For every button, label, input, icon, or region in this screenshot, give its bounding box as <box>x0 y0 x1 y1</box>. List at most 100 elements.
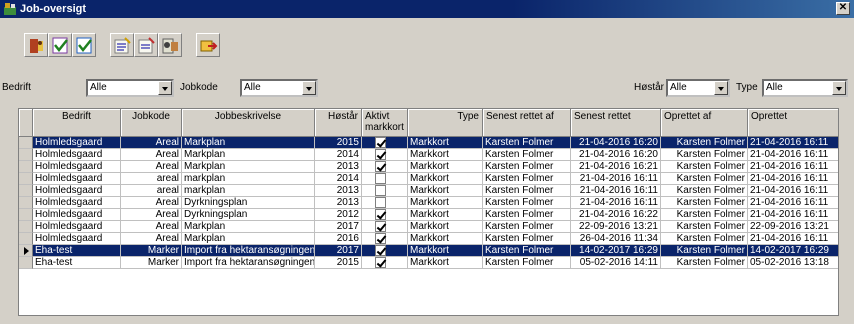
cell-jobkode: Areal <box>121 221 182 233</box>
column-header-senest-rettet-af[interactable]: Senest rettet af <box>483 109 571 137</box>
exit-button[interactable] <box>196 33 220 57</box>
cell-aktivt-markkort[interactable] <box>362 221 408 233</box>
cell-oprettet: 21-04-2016 16:11 <box>748 185 838 197</box>
table-row[interactable]: Holmledsgaard Areal Dyrkningsplan 2012 Markk… <box>19 209 838 221</box>
aktivt-markkort-checkbox[interactable] <box>375 185 386 196</box>
import-icon <box>162 38 178 54</box>
cell-oprettet-af: Karsten Folmer <box>661 149 748 161</box>
cell-hoestaar: 2016 <box>315 233 362 245</box>
table-row[interactable]: Holmledsgaard Areal Markplan 2013 Markkort Ka… <box>19 161 838 173</box>
import-button[interactable] <box>158 33 182 57</box>
table-row[interactable]: Eha-test Marker Import fra hektaransøgning… <box>19 257 838 269</box>
cell-senest-rettet-af: Karsten Folmer <box>483 161 571 173</box>
hoestaar-label: Høstår <box>634 82 664 93</box>
hoestaar-select[interactable]: Alle <box>666 79 730 97</box>
row-indicator[interactable] <box>19 185 33 197</box>
column-header-jobbeskrivelse[interactable]: Jobbeskrivelse <box>182 109 315 137</box>
cell-hoestaar: 2015 <box>315 257 362 269</box>
edit-new-button[interactable] <box>134 33 158 57</box>
table-row[interactable]: Holmledsgaard Areal Markplan 2017 Markkort Ka… <box>19 221 838 233</box>
column-header-bedrift[interactable]: Bedrift <box>33 109 121 137</box>
cell-aktivt-markkort[interactable] <box>362 149 408 161</box>
edit-list-button[interactable] <box>110 33 134 57</box>
table-row[interactable]: Holmledsgaard areal markplan 2014 Markkort Ka… <box>19 173 838 185</box>
cell-jobkode: Marker <box>121 257 182 269</box>
row-indicator[interactable] <box>19 137 33 149</box>
aktivt-markkort-checkbox[interactable] <box>375 149 386 160</box>
cell-hoestaar: 2017 <box>315 221 362 233</box>
column-header-type[interactable]: Type <box>408 109 483 137</box>
row-indicator[interactable] <box>19 257 33 269</box>
row-indicator[interactable] <box>19 209 33 221</box>
table-row[interactable]: Holmledsgaard areal markplan 2013 Markkort Ka… <box>19 185 838 197</box>
cell-oprettet-af: Karsten Folmer <box>661 221 748 233</box>
job-grid[interactable]: Bedrift Jobkode Jobbeskrivelse Høstår Aktivt… <box>18 108 839 316</box>
cell-bedrift: Holmledsgaard <box>33 161 121 173</box>
cell-aktivt-markkort[interactable] <box>362 185 408 197</box>
column-header-senest-rettet[interactable]: Senest rettet <box>571 109 661 137</box>
current-row-pointer-icon <box>24 247 29 255</box>
column-header-oprettet-af[interactable]: Oprettet af <box>661 109 748 137</box>
chevron-down-icon[interactable] <box>832 81 846 95</box>
cell-senest-rettet-af: Karsten Folmer <box>483 209 571 221</box>
cell-aktivt-markkort[interactable] <box>362 233 408 245</box>
close-button[interactable]: ✕ <box>836 2 850 15</box>
cell-jobkode: Areal <box>121 161 182 173</box>
table-row[interactable]: Holmledsgaard Areal Dyrkningsplan 2013 Markk… <box>19 197 838 209</box>
aktivt-markkort-checkbox[interactable] <box>375 161 386 172</box>
aktivt-markkort-checkbox[interactable] <box>375 197 386 208</box>
title-bar[interactable]: Job-oversigt ✕ <box>0 0 854 18</box>
cell-aktivt-markkort[interactable] <box>362 245 408 257</box>
row-indicator[interactable] <box>19 245 33 257</box>
cell-aktivt-markkort[interactable] <box>362 161 408 173</box>
cell-type: Markkort <box>408 197 483 209</box>
row-indicator[interactable] <box>19 149 33 161</box>
cell-aktivt-markkort[interactable] <box>362 197 408 209</box>
cell-jobbeskrivelse: Dyrkningsplan <box>182 209 315 221</box>
aktivt-markkort-checkbox[interactable] <box>375 233 386 244</box>
check-button[interactable] <box>48 33 72 57</box>
cell-bedrift: Eha-test <box>33 257 121 269</box>
cell-senest-rettet: 05-02-2016 14:11 <box>571 257 661 269</box>
table-row[interactable]: Eha-test Marker Import fra hektaransøgning… <box>19 245 838 257</box>
table-row[interactable]: Holmledsgaard Areal Markplan 2016 Markkort Ka… <box>19 233 838 245</box>
column-header-oprettet[interactable]: Oprettet <box>748 109 838 137</box>
aktivt-markkort-checkbox[interactable] <box>375 221 386 232</box>
chevron-down-icon[interactable] <box>302 81 316 95</box>
aktivt-markkort-checkbox[interactable] <box>375 209 386 220</box>
aktivt-markkort-checkbox[interactable] <box>375 245 386 256</box>
cell-senest-rettet: 26-04-2016 11:34 <box>571 233 661 245</box>
aktivt-markkort-checkbox[interactable] <box>375 137 386 148</box>
cell-hoestaar: 2012 <box>315 209 362 221</box>
run-job-button[interactable] <box>24 33 48 57</box>
column-header-hoestaar[interactable]: Høstår <box>315 109 362 137</box>
cell-aktivt-markkort[interactable] <box>362 173 408 185</box>
bedrift-value: Alle <box>90 82 107 93</box>
row-indicator[interactable] <box>19 161 33 173</box>
cell-jobbeskrivelse: Markplan <box>182 149 315 161</box>
aktivt-markkort-checkbox[interactable] <box>375 173 386 184</box>
cell-aktivt-markkort[interactable] <box>362 137 408 149</box>
row-indicator[interactable] <box>19 197 33 209</box>
cell-jobkode: areal <box>121 173 182 185</box>
bedrift-select[interactable]: Alle <box>86 79 174 97</box>
chevron-down-icon[interactable] <box>158 81 172 95</box>
aktivt-markkort-checkbox[interactable] <box>375 257 386 268</box>
table-row[interactable]: Holmledsgaard Areal Markplan 2014 Markkort Ka… <box>19 149 838 161</box>
cell-aktivt-markkort[interactable] <box>362 257 408 269</box>
cell-aktivt-markkort[interactable] <box>362 209 408 221</box>
check-all-button[interactable] <box>72 33 96 57</box>
column-header-aktivt-markkort[interactable]: Aktivt markkort <box>362 109 408 137</box>
jobkode-select[interactable]: Alle <box>240 79 318 97</box>
chevron-down-icon[interactable] <box>714 81 728 95</box>
type-select[interactable]: Alle <box>762 79 848 97</box>
table-row[interactable]: Holmledsgaard Areal Markplan 2015 Markkort Ka… <box>19 137 838 149</box>
column-header-jobkode[interactable]: Jobkode <box>121 109 182 137</box>
cell-oprettet-af: Karsten Folmer <box>661 185 748 197</box>
row-indicator[interactable] <box>19 221 33 233</box>
row-indicator[interactable] <box>19 233 33 245</box>
row-indicator[interactable] <box>19 173 33 185</box>
cell-oprettet-af: Karsten Folmer <box>661 257 748 269</box>
cell-senest-rettet: 21-04-2016 16:20 <box>571 137 661 149</box>
cell-oprettet: 21-04-2016 16:11 <box>748 149 838 161</box>
